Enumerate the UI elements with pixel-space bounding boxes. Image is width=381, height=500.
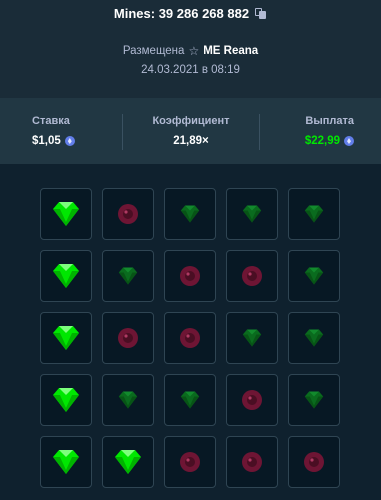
mine-tile[interactable] — [164, 312, 216, 364]
mine-tile[interactable] — [226, 374, 278, 426]
bet-header: Mines: 39 286 268 882 Размещена ☆ ME Rea… — [0, 0, 381, 98]
mine-icon — [241, 265, 263, 287]
mine-tile[interactable] — [102, 188, 154, 240]
gem-icon — [240, 328, 264, 348]
mine-tile[interactable] — [226, 188, 278, 240]
gem-icon — [49, 200, 83, 228]
username-link[interactable]: ME Reana — [203, 45, 258, 57]
mines-bet-view: Mines: 39 286 268 882 Размещена ☆ ME Rea… — [0, 0, 381, 500]
mine-icon — [241, 389, 263, 411]
bet-label: Ставка — [32, 115, 70, 127]
stats-bar: Ставка $1,05 Коэффициент 21,89× Выплата … — [0, 98, 381, 164]
mine-tile[interactable] — [40, 250, 92, 302]
gem-icon — [49, 448, 83, 476]
mine-icon — [117, 327, 139, 349]
mine-tile[interactable] — [102, 436, 154, 488]
placed-label: Размещена — [122, 45, 185, 57]
gem-icon — [240, 204, 264, 224]
mine-tile[interactable] — [226, 312, 278, 364]
gem-icon — [49, 262, 83, 290]
bet-date: 24.03.2021 в 08:19 — [141, 64, 240, 76]
game-title: Mines: 39 286 268 882 — [113, 6, 250, 21]
mine-icon — [179, 327, 201, 349]
gem-icon — [49, 386, 83, 414]
mine-icon — [117, 203, 139, 225]
multiplier-value: 21,89× — [173, 135, 209, 147]
mines-board — [0, 164, 381, 500]
mine-icon — [241, 451, 263, 473]
mine-icon — [179, 265, 201, 287]
mine-icon — [179, 451, 201, 473]
gem-icon — [302, 266, 326, 286]
mine-icon — [303, 451, 325, 473]
multiplier-label: Коэффициент — [152, 115, 230, 127]
mine-tile[interactable] — [164, 250, 216, 302]
payout-label: Выплата — [305, 115, 354, 127]
gem-icon — [178, 204, 202, 224]
mine-tile[interactable] — [288, 312, 340, 364]
mine-tile[interactable] — [226, 436, 278, 488]
gem-icon — [178, 390, 202, 410]
mine-tile[interactable] — [102, 250, 154, 302]
mine-tile[interactable] — [226, 250, 278, 302]
bet-value: $1,05 — [32, 135, 61, 147]
ethereum-coin-icon — [344, 136, 354, 146]
title-row: Mines: 39 286 268 882 — [0, 6, 381, 21]
gem-icon — [302, 204, 326, 224]
mine-tile[interactable] — [288, 188, 340, 240]
gem-icon — [116, 266, 140, 286]
mine-tile[interactable] — [40, 436, 92, 488]
payout-value: $22,99 — [304, 135, 340, 147]
gem-icon — [302, 328, 326, 348]
mine-tile[interactable] — [164, 188, 216, 240]
gem-icon — [302, 390, 326, 410]
ethereum-coin-icon — [64, 136, 75, 146]
stat-payout: Выплата $22,99 — [305, 115, 354, 147]
copy-icon[interactable] — [255, 7, 267, 20]
placed-by-row: Размещена ☆ ME Reana — [0, 45, 381, 57]
stats-divider — [122, 114, 123, 150]
mine-tile[interactable] — [164, 374, 216, 426]
mine-tile[interactable] — [102, 374, 154, 426]
stat-multiplier: Коэффициент 21,89× — [150, 115, 232, 147]
gem-icon — [111, 448, 145, 476]
mine-tile[interactable] — [40, 188, 92, 240]
star-icon: ☆ — [188, 44, 200, 58]
mine-tile[interactable] — [40, 312, 92, 364]
mine-tile[interactable] — [288, 250, 340, 302]
mine-tile[interactable] — [288, 436, 340, 488]
mine-tile[interactable] — [164, 436, 216, 488]
stats-divider — [259, 114, 260, 150]
gem-icon — [49, 324, 83, 352]
mine-tile[interactable] — [288, 374, 340, 426]
stat-bet: Ставка $1,05 — [32, 115, 75, 147]
gem-icon — [116, 390, 140, 410]
mine-tile[interactable] — [40, 374, 92, 426]
mine-tile[interactable] — [102, 312, 154, 364]
